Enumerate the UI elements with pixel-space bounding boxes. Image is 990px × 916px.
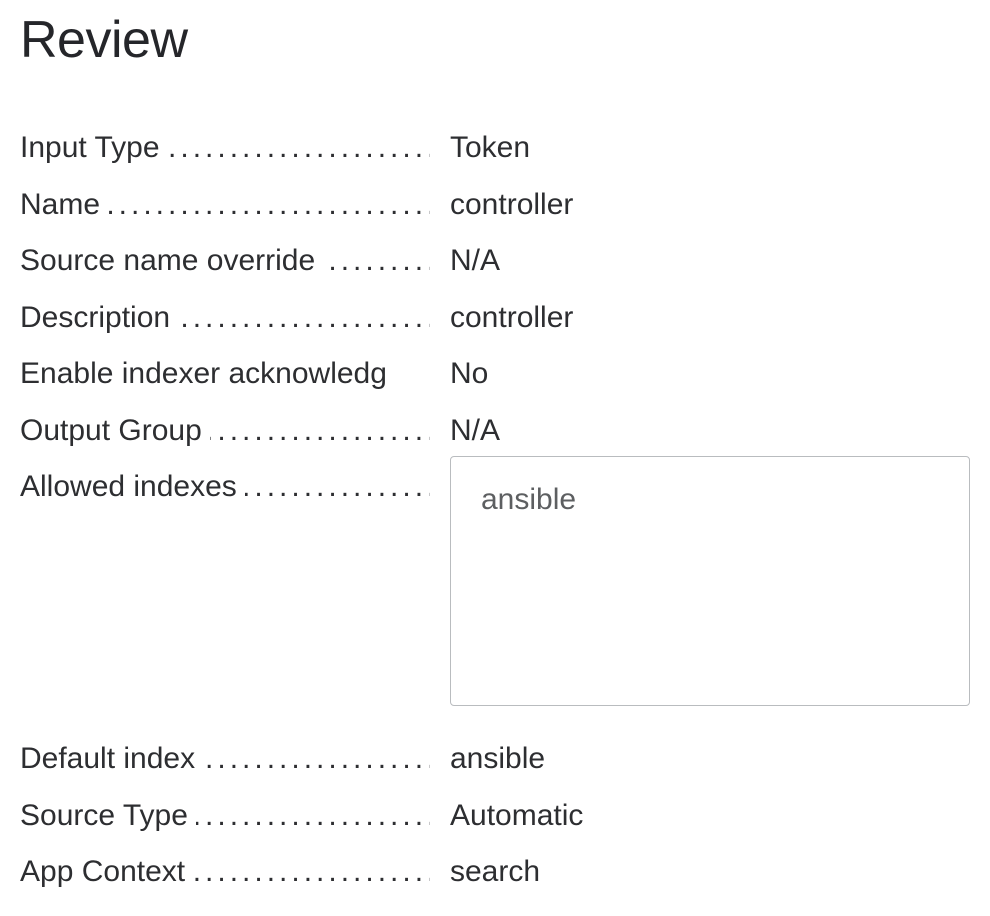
review-value: N/A (450, 414, 500, 447)
allowed-index-item: ansible (481, 483, 576, 516)
review-row-description: ........................................… (20, 295, 970, 342)
review-value: Automatic (450, 799, 583, 832)
label-wrap: ........................................… (20, 182, 430, 229)
label-wrap: ........................................… (20, 793, 430, 840)
review-label: Source Type (20, 799, 196, 832)
review-label: App Context (20, 855, 193, 888)
review-label: Description (20, 301, 178, 334)
label-wrap: ........................................… (20, 295, 430, 342)
review-label: Output Group (20, 414, 210, 447)
review-label: Name (20, 188, 108, 221)
review-row-input-type: ........................................… (20, 125, 970, 172)
review-row-source-name-override: ........................................… (20, 238, 970, 285)
review-value: controller (450, 301, 573, 334)
review-row-enable-indexer-acknowledgement: Enable indexer acknowledg No (20, 351, 970, 398)
review-label: Source name override (20, 244, 323, 277)
review-value: N/A (450, 244, 500, 277)
review-row-source-type: ........................................… (20, 793, 970, 840)
review-row-output-group: ........................................… (20, 408, 970, 455)
label-wrap: ........................................… (20, 464, 430, 511)
review-row-default-index: ........................................… (20, 736, 970, 783)
label-wrap: ........................................… (20, 408, 430, 455)
review-label: Input Type (20, 131, 168, 164)
allowed-indexes-box: ansible (450, 456, 970, 706)
review-value: No (450, 357, 488, 390)
review-label: Enable indexer acknowledg (20, 357, 387, 390)
review-row-app-context: ........................................… (20, 849, 970, 896)
label-wrap: ........................................… (20, 849, 430, 896)
review-value: ansible (450, 742, 545, 775)
label-wrap: ........................................… (20, 238, 430, 285)
review-row-name: ........................................… (20, 182, 970, 229)
label-wrap: ........................................… (20, 125, 430, 172)
label-wrap: Enable indexer acknowledg (20, 351, 430, 398)
label-wrap: ........................................… (20, 736, 430, 783)
page-title: Review (20, 10, 970, 70)
review-list: ........................................… (20, 125, 970, 906)
review-label: Allowed indexes (20, 470, 245, 503)
review-value: search (450, 855, 540, 888)
review-row-allowed-indexes: ........................................… (20, 464, 970, 726)
review-value: Token (450, 131, 530, 164)
review-value: controller (450, 188, 573, 221)
review-label: Default index (20, 742, 203, 775)
